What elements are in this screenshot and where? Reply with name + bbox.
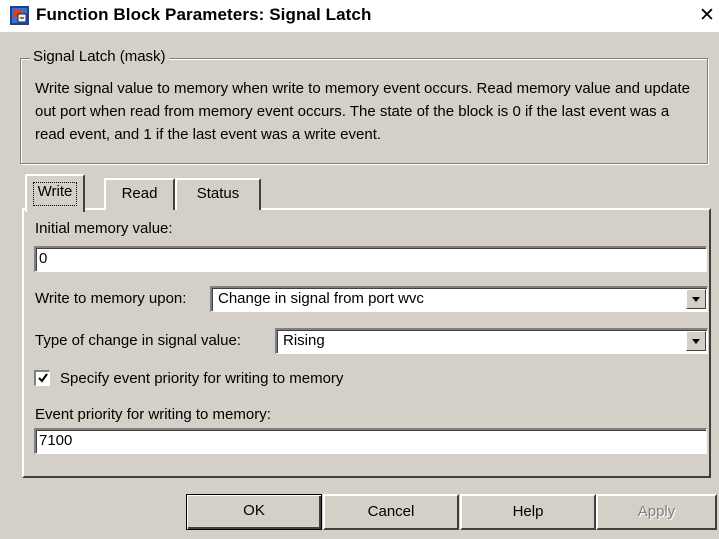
tab-read-label: Read (121, 185, 158, 202)
groupbox-legend: Signal Latch (mask) (30, 48, 169, 65)
simulink-block-icon (10, 6, 29, 25)
tab-read[interactable]: Read (104, 178, 175, 210)
cancel-button[interactable]: Cancel (323, 494, 459, 530)
write-upon-select[interactable]: Change in signal from port wvc (210, 286, 708, 312)
title-bar[interactable]: Function Block Parameters: Signal Latch … (0, 0, 719, 32)
tab-write[interactable]: Write (25, 174, 85, 212)
ok-button[interactable]: OK (186, 494, 322, 530)
tab-write-label: Write (37, 183, 73, 200)
apply-button[interactable]: Apply (596, 494, 717, 530)
chevron-down-icon[interactable] (686, 289, 706, 309)
help-button[interactable]: Help (460, 494, 596, 530)
initial-memory-label: Initial memory value: (35, 220, 173, 237)
window-title: Function Block Parameters: Signal Latch (36, 5, 372, 24)
specify-priority-checkbox[interactable] (34, 370, 50, 386)
chevron-down-icon[interactable] (686, 331, 706, 351)
specify-priority-label[interactable]: Specify event priority for writing to me… (60, 370, 343, 387)
mask-description: Write signal value to memory when write … (35, 80, 691, 143)
tab-status-label: Status (196, 185, 240, 202)
write-upon-value: Change in signal from port wvc (218, 290, 424, 307)
change-type-label: Type of change in signal value: (35, 332, 241, 349)
initial-memory-input[interactable]: 0 (34, 246, 707, 272)
close-icon[interactable]: ✕ (697, 6, 717, 26)
priority-input[interactable]: 7100 (34, 428, 707, 454)
checkmark-icon (37, 373, 48, 383)
priority-label: Event priority for writing to memory: (35, 406, 271, 423)
write-upon-label: Write to memory upon: (35, 290, 187, 307)
change-type-value: Rising (283, 332, 325, 349)
tab-status[interactable]: Status (175, 178, 261, 210)
change-type-select[interactable]: Rising (275, 328, 708, 354)
dialog-window: Function Block Parameters: Signal Latch … (0, 0, 719, 539)
